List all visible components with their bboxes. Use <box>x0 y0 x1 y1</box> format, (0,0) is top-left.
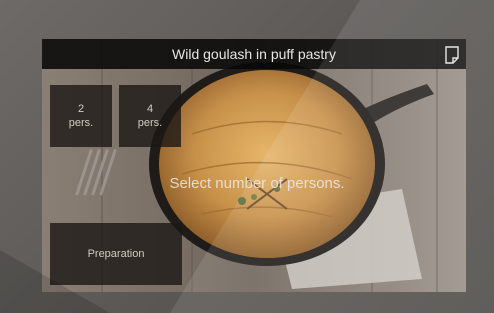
preparation-label: Preparation <box>87 248 145 260</box>
preparation-button[interactable]: Preparation <box>50 223 182 285</box>
document-icon[interactable] <box>445 44 459 64</box>
persons-unit: pers. <box>137 117 163 129</box>
persons-count: 2 <box>77 103 85 115</box>
persons-unit: pers. <box>68 117 94 129</box>
persons-prompt: Select number of persons. <box>169 175 345 192</box>
persons-4-button[interactable]: 4 pers. <box>119 85 181 147</box>
recipe-title-bar: Wild goulash in puff pastry <box>42 39 466 69</box>
persons-2-button[interactable]: 2 pers. <box>50 85 112 147</box>
display-screen: Wild goulash in puff pastry 2 pers. 4 pe… <box>42 39 466 292</box>
recipe-title: Wild goulash in puff pastry <box>172 46 336 62</box>
persons-count: 4 <box>146 103 154 115</box>
